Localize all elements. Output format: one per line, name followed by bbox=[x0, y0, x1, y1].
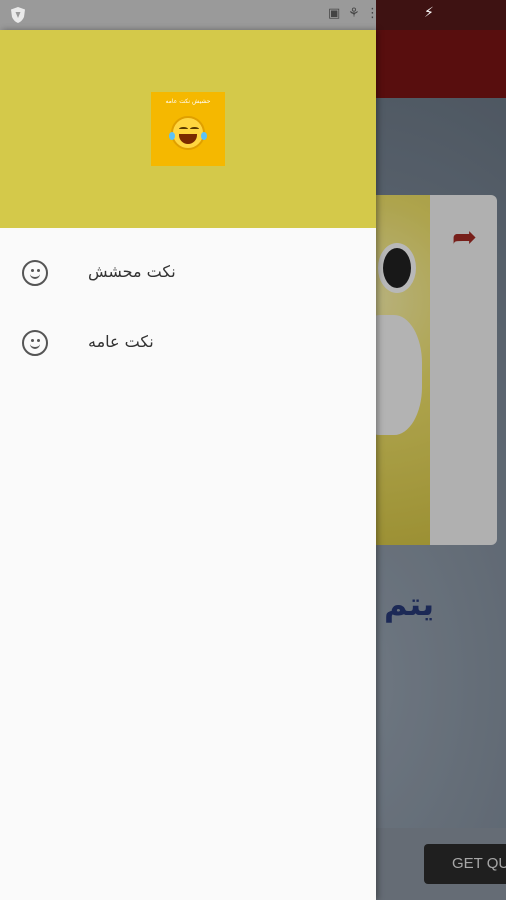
shield-icon bbox=[11, 7, 25, 23]
wifi-icon: ⚘ bbox=[348, 6, 360, 21]
drawer-menu: نكت محشش نكت عامه bbox=[0, 236, 376, 376]
menu-item-label: نكت عامه bbox=[88, 332, 154, 351]
app-logo: حشيش نكت عامه bbox=[151, 92, 225, 166]
laughing-emoji-icon bbox=[169, 116, 207, 150]
menu-item-label: نكت محشش bbox=[88, 262, 176, 281]
smiley-icon bbox=[22, 260, 48, 286]
menu-item-muhashish-jokes[interactable]: نكت محشش bbox=[0, 236, 376, 306]
menu-item-general-jokes[interactable]: نكت عامه bbox=[0, 306, 376, 376]
status-bar: ▣ ⚘ ⋮ ⚡ bbox=[0, 0, 506, 30]
drawer-header: حشيش نكت عامه bbox=[0, 30, 376, 228]
charging-icon: ⚡ bbox=[424, 5, 434, 21]
battery-icon: ▣ bbox=[328, 6, 341, 21]
logo-text: حشيش نكت عامه bbox=[165, 98, 211, 105]
status-bar-right bbox=[376, 0, 506, 30]
navigation-drawer: حشيش نكت عامه نكت محشش نكت عامه bbox=[0, 30, 376, 900]
smiley-icon bbox=[22, 330, 48, 356]
status-bar-left: ▣ ⚘ ⋮ bbox=[0, 0, 379, 30]
